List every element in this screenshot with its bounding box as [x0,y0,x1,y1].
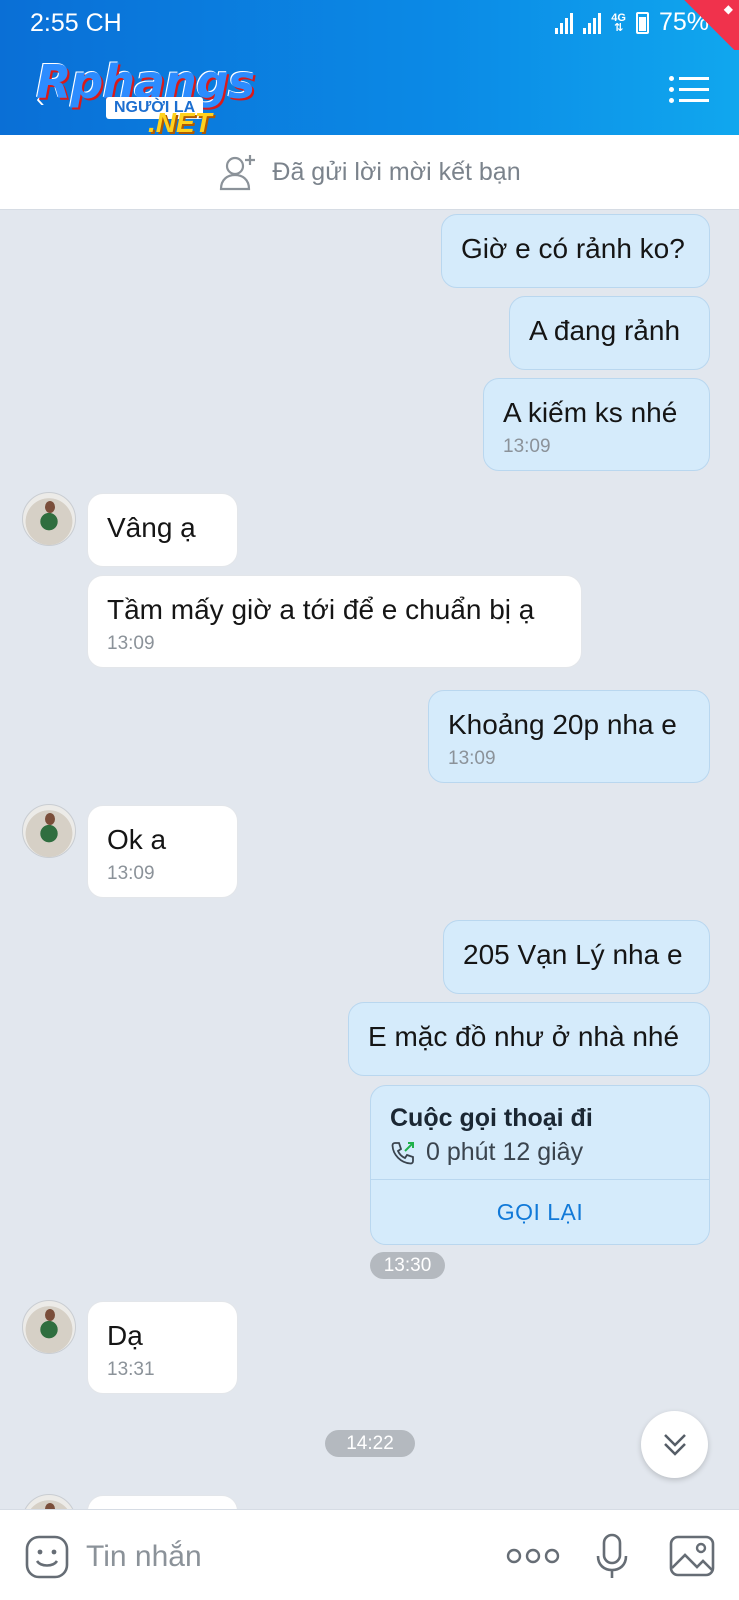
image-icon[interactable] [668,1534,716,1578]
message-input[interactable] [86,1536,466,1578]
message-text: Khoảng 20p nha e [448,709,677,740]
top-bar: 2:55 CH 4G⇅ 75% ‹ Rphangs NGƯỜI LẠ .NET [0,0,739,138]
call-duration: 0 phút 12 giây [426,1138,584,1166]
more-options-icon[interactable] [506,1545,560,1567]
scroll-to-bottom-button[interactable] [641,1411,708,1478]
message-text: A kiếm ks nhé [503,397,678,428]
message-time: 13:09 [107,633,155,654]
message-bubble[interactable]: Khoảng 20p nha e 13:09 [428,690,710,783]
message-bubble[interactable]: Vâng ạ [87,493,238,567]
add-friend-icon [220,155,256,191]
microphone-icon[interactable] [594,1532,630,1580]
message-text: E mặc đồ như ở nhà nhé [368,1021,680,1052]
friend-request-label: Đã gửi lời mời kết bạn [272,157,521,186]
message-text: Ok a [107,824,167,855]
message-bubble[interactable]: Ok a 13:09 [87,805,238,898]
avatar[interactable] [22,804,76,858]
message-time: 13:09 [107,863,155,884]
message-bubble[interactable]: A kiếm ks nhé 13:09 [483,378,710,471]
signal-icon-2 [583,12,602,34]
message-bubble[interactable]: Dạ 13:31 [87,1301,238,1394]
signal-icon [555,12,574,34]
status-time: 2:55 CH [30,9,122,37]
voice-call-card[interactable]: Cuộc gọi thoại đi 0 phút 12 giây GỌI LẠI [370,1085,710,1245]
message-time: 13:31 [107,1359,155,1380]
message-text: Giờ e có rảnh ko? [461,233,685,264]
menu-icon[interactable] [669,75,709,105]
watermark-logo: Rphangs NGƯỜI LẠ .NET [36,55,266,138]
call-divider [371,1179,709,1180]
call-back-button[interactable]: GỌI LẠI [371,1199,709,1226]
avatar[interactable] [22,1300,76,1354]
outgoing-call-icon [391,1142,414,1165]
avatar[interactable] [22,492,76,546]
double-chevron-down-icon [663,1433,686,1456]
friend-request-bar: Đã gửi lời mời kết bạn [0,135,739,210]
message-bubble[interactable]: E mặc đồ như ở nhà nhé [348,1002,710,1076]
message-bubble[interactable]: Tầm mấy giờ a tới để e chuẩn bị ạ 13:09 [87,575,582,668]
message-text: Vâng ạ [107,512,196,543]
message-time: 13:09 [503,436,551,457]
status-bar: 2:55 CH 4G⇅ 75% [0,0,739,45]
battery-icon [635,11,649,34]
time-separator: 14:22 [325,1430,415,1457]
chat-header: ‹ Rphangs NGƯỜI LẠ .NET [0,45,739,138]
corner-badge-icon[interactable] [679,0,739,50]
message-bubble[interactable]: A đang rảnh [509,296,710,370]
call-title: Cuộc gọi thoại đi [390,1104,593,1132]
message-text: Dạ [107,1320,143,1351]
message-bubble[interactable]: Giờ e có rảnh ko? [441,214,710,288]
message-input-bar [0,1509,739,1600]
network-type: 4G ⇅ [611,11,626,34]
message-text: Tầm mấy giờ a tới để e chuẩn bị ạ [107,594,535,625]
message-text: 205 Vạn Lý nha e [463,939,683,970]
call-time-badge: 13:30 [370,1252,445,1279]
sticker-icon[interactable] [24,1534,70,1580]
message-text: A đang rảnh [529,315,681,346]
message-time: 13:09 [448,748,496,769]
message-bubble[interactable]: 205 Vạn Lý nha e [443,920,710,994]
